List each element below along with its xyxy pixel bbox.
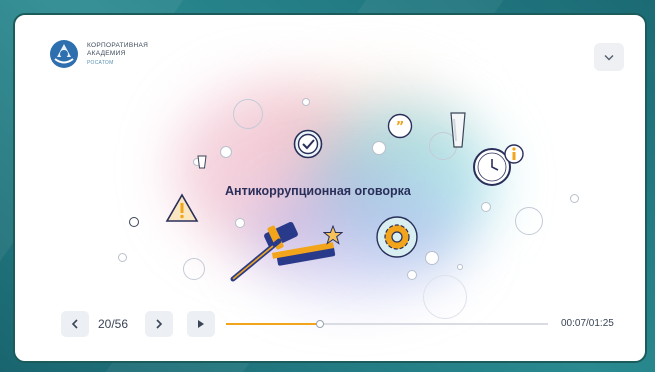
decor-dot	[457, 264, 463, 270]
play-button[interactable]	[187, 311, 215, 337]
checkmark-icon	[293, 129, 323, 159]
decor-dot	[425, 251, 439, 265]
decor-dot	[118, 253, 127, 262]
chevron-right-icon	[156, 319, 163, 329]
star-icon	[323, 225, 343, 245]
rosatom-logo-icon	[50, 40, 78, 68]
playback-time: 00:07/01:25	[561, 318, 614, 329]
logo-line-1: КОРПОРАТИВНАЯ	[87, 41, 149, 49]
logo-line-3: РОСАТОМ	[87, 59, 114, 66]
progress-slider[interactable]	[226, 320, 548, 328]
clock-info-icon	[473, 144, 524, 186]
decor-dot	[481, 202, 491, 212]
decor-dot	[407, 270, 417, 280]
decor-ring	[515, 207, 543, 235]
gear-icon	[376, 216, 418, 258]
progress-handle[interactable]	[316, 320, 325, 328]
menu-dropdown-button[interactable]	[594, 43, 624, 71]
academy-logo: КОРПОРАТИВНАЯ АКАДЕМИЯ РОСАТОМ	[49, 39, 148, 69]
decor-ring	[183, 258, 205, 280]
decor-ring	[233, 99, 263, 129]
previous-slide-button[interactable]	[61, 311, 89, 337]
svg-text:”: ”	[396, 120, 405, 135]
play-icon	[198, 320, 204, 328]
chevron-down-icon	[604, 54, 614, 61]
logo-line-2: АКАДЕМИЯ	[87, 49, 126, 57]
next-slide-button[interactable]	[145, 311, 173, 337]
decor-dot	[220, 146, 232, 158]
progress-fill	[226, 323, 320, 325]
gavel-icon	[230, 221, 336, 282]
player-window: КОРПОРАТИВНАЯ АКАДЕМИЯ РОСАТОМ ” Антикор…	[13, 13, 647, 363]
chevron-left-icon	[71, 319, 78, 329]
slide-counter: 20/56	[98, 317, 129, 331]
decor-dot	[570, 194, 579, 203]
quote-bubble-icon: ”	[387, 113, 413, 139]
warning-icon	[165, 193, 199, 222]
player-controls: 20/56 00:07/01:25	[15, 311, 645, 341]
decor-dot	[372, 141, 386, 155]
decor-dot	[129, 217, 139, 227]
slide-title: Антикоррупционная оговорка	[225, 184, 411, 198]
small-glass-icon	[197, 155, 207, 169]
decor-dot	[302, 98, 310, 106]
glass-icon	[450, 112, 466, 148]
